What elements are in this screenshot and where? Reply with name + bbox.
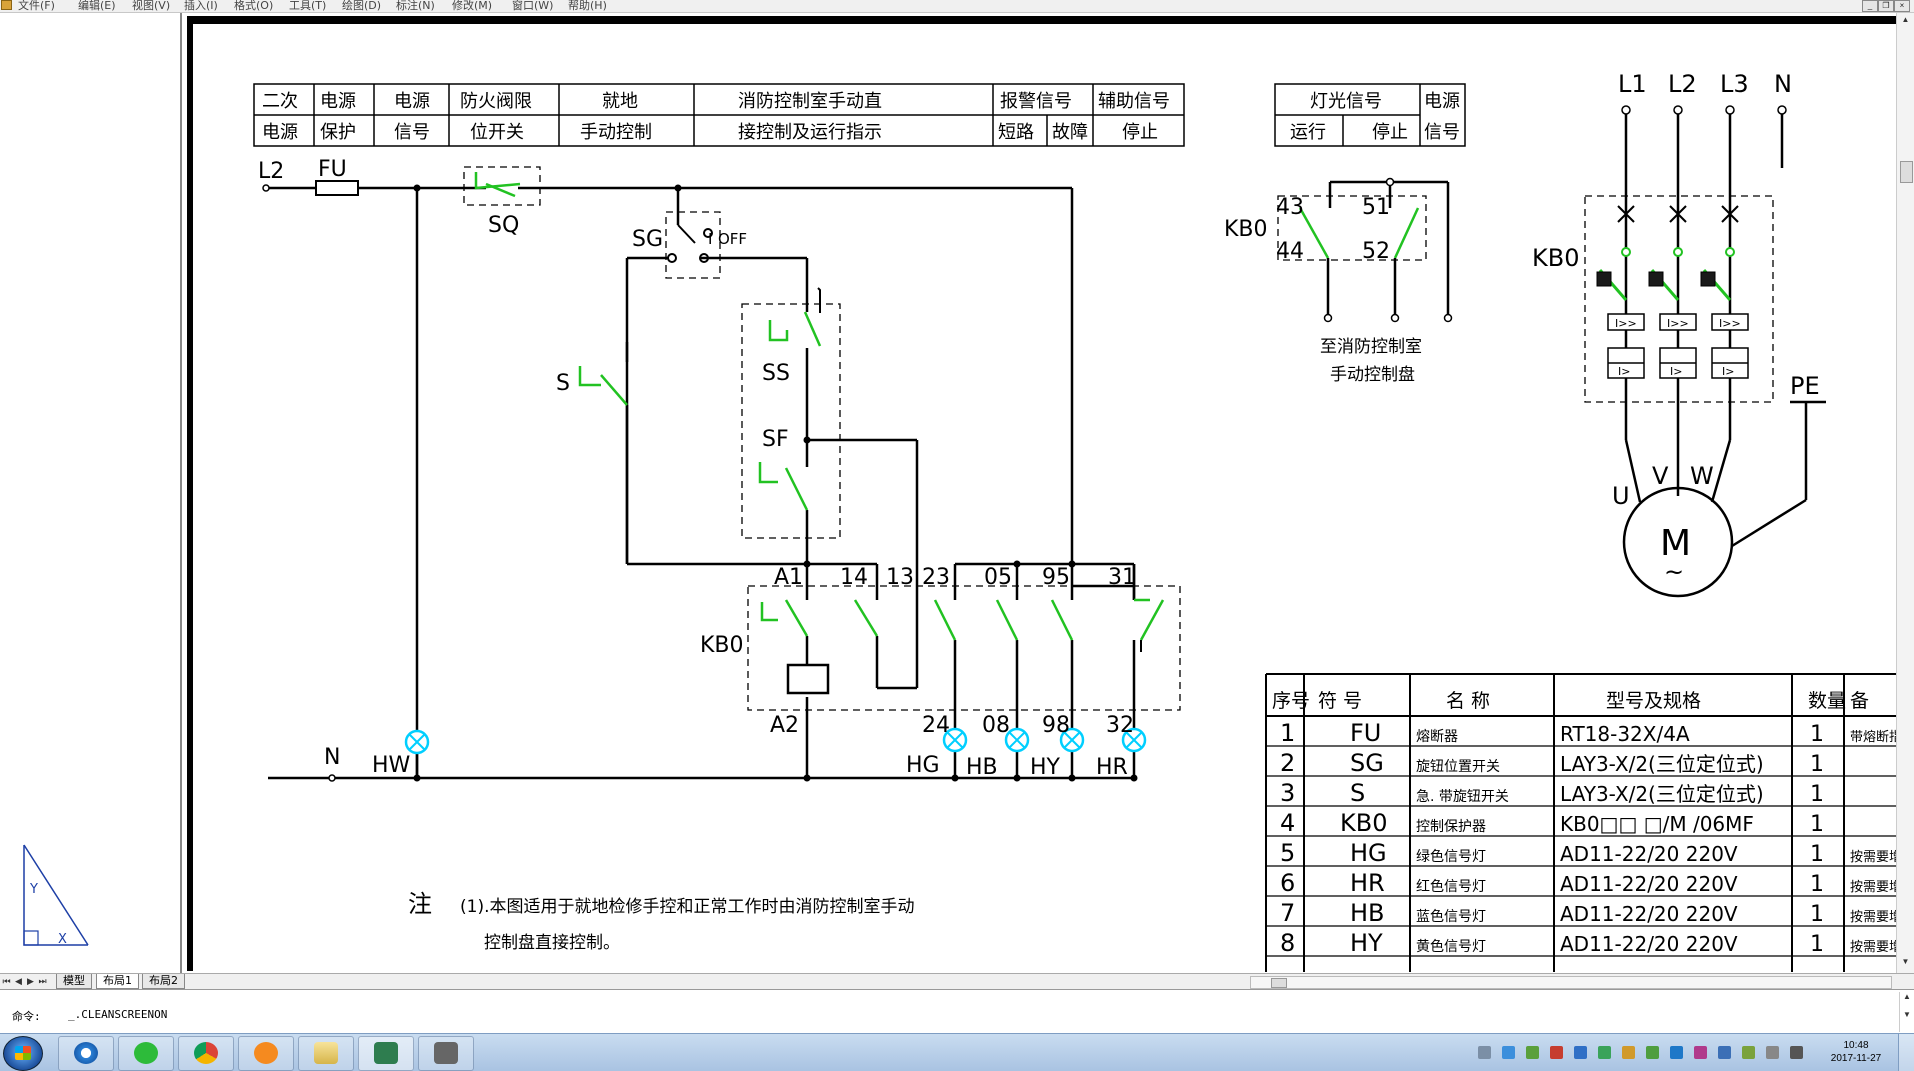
menu-file[interactable]: 文件(F) xyxy=(18,0,55,12)
menu-edit[interactable]: 编辑(E) xyxy=(78,0,116,12)
command-value[interactable]: _.CLEANSCREENON xyxy=(68,1008,167,1021)
clock-time: 10:48 xyxy=(1843,1040,1869,1051)
menu-dimension[interactable]: 标注(N) xyxy=(396,0,435,12)
taskbar-browser[interactable] xyxy=(58,1036,114,1071)
taskbar-other[interactable] xyxy=(418,1036,474,1071)
clock-date: 2017-11-27 xyxy=(1830,1053,1882,1064)
tray-green-icon[interactable] xyxy=(1646,1046,1659,1059)
close-doc-button[interactable]: × xyxy=(1894,0,1910,12)
taskbar-cad[interactable] xyxy=(358,1036,414,1071)
tray-cloud-icon[interactable] xyxy=(1574,1046,1587,1059)
menu-draw[interactable]: 绘图(D) xyxy=(342,0,381,12)
tab-last-icon[interactable]: ⏭ xyxy=(38,975,47,987)
show-desktop-button[interactable] xyxy=(1898,1034,1914,1071)
minimize-doc-button[interactable]: _ xyxy=(1862,0,1878,12)
scroll-up-icon[interactable]: ▲ xyxy=(1900,15,1911,26)
taskbar: 10:48 2017-11-27 xyxy=(0,1033,1914,1071)
horizontal-scroll-thumb[interactable] xyxy=(1271,978,1287,988)
tab-next-icon[interactable]: ▶ xyxy=(26,975,35,987)
vertical-scroll-thumb[interactable] xyxy=(1900,161,1913,183)
tab-prev-icon[interactable]: ◀ xyxy=(14,975,23,987)
tray-shield-icon[interactable] xyxy=(1718,1046,1731,1059)
tray-purple-icon[interactable] xyxy=(1694,1046,1707,1059)
tab-layout1[interactable]: 布局1 xyxy=(96,974,139,989)
windows-logo-icon xyxy=(15,1046,31,1060)
left-palette-panel: Y X xyxy=(0,13,182,973)
menu-bar: 文件(F) 编辑(E) 视图(V) 插入(I) 格式(O) 工具(T) 绘图(D… xyxy=(0,0,1914,13)
chrome-icon xyxy=(194,1042,218,1064)
horizontal-scrollbar[interactable] xyxy=(1250,976,1892,989)
menu-format[interactable]: 格式(O) xyxy=(234,0,273,12)
layout-tab-bar: ⏮ ◀ ▶ ⏭ 模型 布局1 布局2 xyxy=(0,973,1914,989)
taskbar-explorer[interactable] xyxy=(298,1036,354,1071)
tray-chat-icon[interactable] xyxy=(1742,1046,1755,1059)
folder-icon xyxy=(314,1042,338,1064)
menu-modify[interactable]: 修改(M) xyxy=(452,0,492,12)
tab-first-icon[interactable]: ⏮ xyxy=(2,975,11,987)
wechat-icon xyxy=(134,1042,158,1064)
taskbar-wechat[interactable] xyxy=(118,1036,174,1071)
menu-insert[interactable]: 插入(I) xyxy=(184,0,218,12)
ucs-x-label: X xyxy=(58,932,67,947)
taskbar-chrome[interactable] xyxy=(178,1036,234,1071)
app-menu-icon[interactable] xyxy=(1,0,12,10)
tab-layout2[interactable]: 布局2 xyxy=(142,974,185,989)
tray-wechat-icon[interactable] xyxy=(1598,1046,1611,1059)
tray-keyboard-icon[interactable] xyxy=(1478,1046,1491,1059)
tray-display-icon[interactable] xyxy=(1766,1046,1779,1059)
tray-security-icon[interactable] xyxy=(1550,1046,1563,1059)
start-button[interactable] xyxy=(3,1036,43,1071)
menu-help[interactable]: 帮助(H) xyxy=(568,0,607,12)
scroll-down-icon[interactable]: ▼ xyxy=(1900,957,1911,968)
tab-model[interactable]: 模型 xyxy=(56,974,92,989)
menu-tools[interactable]: 工具(T) xyxy=(289,0,326,12)
command-prompt: 命令: xyxy=(12,1010,41,1023)
ucs-y-label: Y xyxy=(29,882,38,897)
projector-icon xyxy=(434,1042,458,1064)
vertical-scrollbar[interactable]: ▲ ▼ xyxy=(1896,13,1914,973)
menu-view[interactable]: 视图(V) xyxy=(132,0,170,12)
command-line[interactable]: 命令: _.CLEANSCREENON ▲ ▼ xyxy=(0,989,1914,1034)
tray-network-icon[interactable] xyxy=(1502,1046,1515,1059)
clock[interactable]: 10:48 2017-11-27 xyxy=(1822,1039,1890,1065)
paper-sheet-border xyxy=(187,16,1897,971)
tray-app-icon[interactable] xyxy=(1526,1046,1539,1059)
cad-icon xyxy=(374,1042,398,1064)
browser-icon xyxy=(74,1042,98,1064)
tray-bluetooth-icon[interactable] xyxy=(1670,1046,1683,1059)
tray-qq-icon[interactable] xyxy=(1622,1046,1635,1059)
ucs-icon: Y X xyxy=(23,844,89,947)
tray-volume-icon[interactable] xyxy=(1790,1046,1803,1059)
command-scrollbar[interactable]: ▲ ▼ xyxy=(1899,992,1914,1032)
restore-doc-button[interactable]: ❐ xyxy=(1878,0,1894,12)
taskbar-orange-app[interactable] xyxy=(238,1036,294,1071)
menu-window[interactable]: 窗口(W) xyxy=(512,0,553,12)
orange-app-icon xyxy=(254,1042,278,1064)
